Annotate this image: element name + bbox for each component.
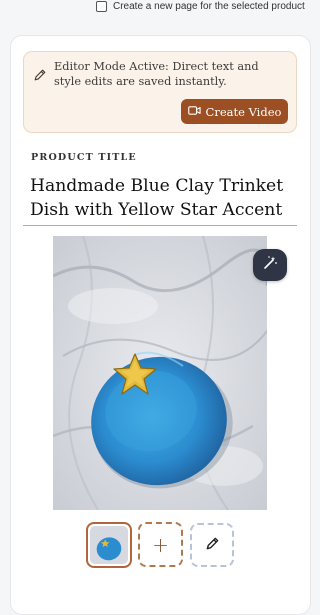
product-title-field[interactable]: Handmade Blue Clay Trinket Dish with Yel… (23, 172, 297, 226)
create-new-page-checkbox[interactable] (96, 1, 107, 12)
video-camera-icon (187, 105, 201, 119)
pencil-icon (33, 67, 47, 81)
create-new-page-label: Create a new page for the selected produ… (113, 1, 305, 12)
product-title-label: PRODUCT TITLE (31, 152, 137, 163)
create-video-button[interactable]: Create Video (181, 99, 288, 124)
edit-image-button[interactable] (190, 523, 234, 567)
pencil-icon (205, 536, 220, 555)
create-video-label: Create Video (205, 104, 282, 119)
editor-mode-message: Editor Mode Active: Direct text and styl… (54, 60, 259, 88)
top-bar: Create a new page for the selected produ… (0, 0, 317, 20)
magic-edit-button[interactable] (253, 249, 287, 281)
product-image (53, 236, 267, 510)
add-image-button[interactable]: + (138, 522, 183, 567)
image-thumbnail[interactable] (86, 522, 132, 568)
magic-wand-icon (262, 255, 278, 275)
